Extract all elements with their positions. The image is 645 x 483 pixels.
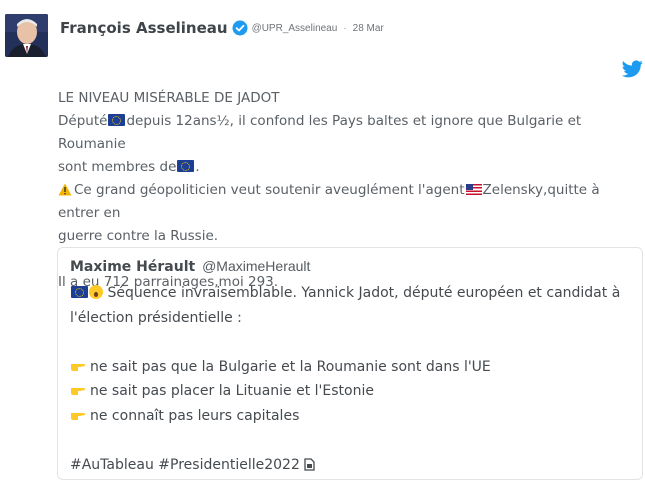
- quoted-author-name[interactable]: Maxime Hérault: [70, 259, 195, 275]
- tweet-line: guerre contre la Russie.: [58, 228, 219, 244]
- quoted-tweet[interactable]: Maxime Hérault @MaximeHerault Séquence i…: [57, 247, 643, 480]
- pointing-right-icon: [70, 356, 86, 371]
- quoted-text: Séquence invraisemblable. Yannick Jadot,…: [107, 285, 621, 301]
- tweet-line: Ce grand géopoliticien veut soutenir ave…: [58, 179, 643, 225]
- twitter-bird-icon[interactable]: [622, 60, 643, 78]
- warning-icon: [58, 181, 72, 196]
- document-icon: [304, 455, 315, 471]
- pointing-right-icon: [70, 380, 86, 395]
- tweet-title: LE NIVEAU MISÉRABLE DE JADOT: [58, 90, 280, 106]
- tweet-line: sont membres de.: [58, 156, 643, 179]
- quoted-line: l'élection présidentielle :: [70, 309, 242, 326]
- screaming-face-icon: [89, 285, 103, 299]
- quoted-text: ne connaît pas leurs capitales: [90, 407, 300, 424]
- quoted-line: Séquence invraisemblable. Yannick Jadot,…: [70, 281, 635, 306]
- quoted-text: ne sait pas placer la Lituanie et l'Esto…: [90, 383, 374, 399]
- quoted-bullet: ne connaît pas leurs capitales: [70, 404, 635, 429]
- quoted-text: ne sait pas que la Bulgarie et la Rouman…: [90, 358, 491, 375]
- tweet-date[interactable]: 28 Mar: [353, 23, 384, 34]
- quoted-tweet-body: Séquence invraisemblable. Yannick Jadot,…: [70, 281, 635, 477]
- quoted-tweet-header: Maxime Hérault @MaximeHerault: [70, 258, 310, 275]
- eu-flag-icon: [108, 114, 126, 126]
- author-handle[interactable]: @UPR_Asselineau: [252, 23, 338, 34]
- tweet-text: .: [195, 159, 200, 175]
- quoted-author-handle[interactable]: @MaximeHerault: [202, 258, 310, 274]
- tweet-line: Député depuis 12ans½, il confond les Pays…: [58, 110, 643, 156]
- tweet-text: depuis 12ans½, il confond les Pays balte…: [58, 113, 582, 152]
- tweet-header: François Asselineau @UPR_Asselineau · 28…: [60, 19, 384, 37]
- separator-dot: ·: [343, 22, 347, 34]
- tweet-text: Ce grand géopoliticien veut soutenir ave…: [74, 182, 465, 198]
- hashtags[interactable]: #AuTableau #Presidentielle2022: [70, 457, 300, 473]
- pointing-right-icon: [70, 405, 86, 420]
- verified-badge-icon: [232, 20, 248, 36]
- eu-flag-icon: [177, 160, 195, 172]
- eu-flag-icon: [71, 286, 88, 298]
- tweet-text: Député: [58, 113, 108, 129]
- tweet-text: sont membres de: [58, 159, 177, 175]
- quoted-bullet: ne sait pas placer la Lituanie et l'Esto…: [70, 379, 635, 404]
- avatar[interactable]: [5, 14, 48, 57]
- quoted-hashtags-line: #AuTableau #Presidentielle2022: [70, 453, 635, 478]
- us-flag-icon: [465, 184, 482, 195]
- author-name[interactable]: François Asselineau: [60, 19, 228, 37]
- quoted-bullet: ne sait pas que la Bulgarie et la Rouman…: [70, 355, 635, 380]
